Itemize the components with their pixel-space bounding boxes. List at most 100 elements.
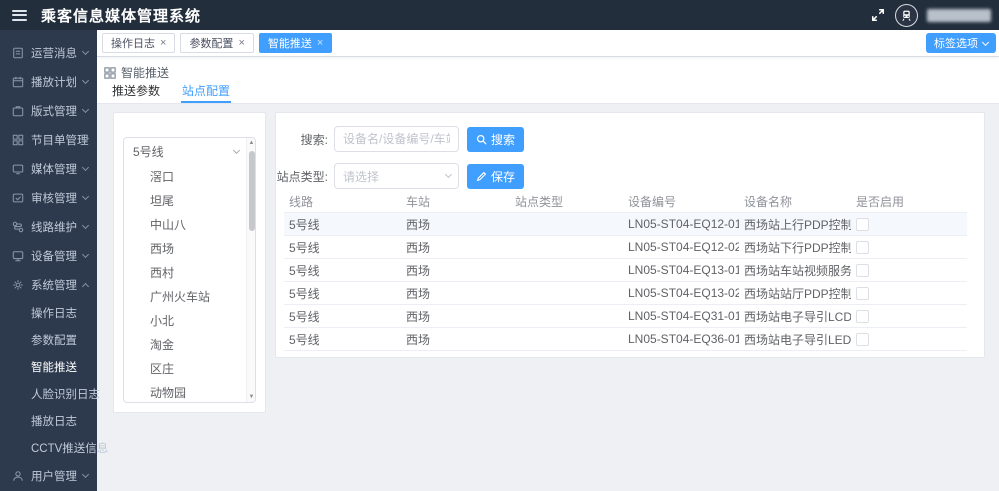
sidebar-menu: 运营消息播放计划版式管理节目单管理媒体管理审核管理线路维护设备管理 系统管理 操作日…: [0, 30, 108, 491]
chevron-down-icon: [981, 38, 990, 46]
chevron-down-icon: [81, 470, 90, 479]
panel-tab[interactable]: 站点配置: [171, 81, 241, 103]
enable-checkbox[interactable]: [856, 332, 869, 346]
sidebar-item[interactable]: 媒体管理: [0, 154, 97, 183]
tree-station-item[interactable]: 坦尾: [124, 188, 246, 212]
table-cell: 西场站站厅PDP控制器: [744, 286, 851, 301]
sidebar-item[interactable]: 审核管理: [0, 183, 97, 212]
tree-station-item[interactable]: 滘口: [124, 164, 246, 188]
tree-station-item[interactable]: 广州火车站: [124, 284, 246, 308]
sidebar-item-label: 节目单管理: [31, 134, 89, 147]
table-cell: 5号线: [289, 240, 320, 255]
enable-checkbox[interactable]: [856, 240, 869, 254]
tree-station-item[interactable]: 中山八: [124, 212, 246, 236]
panel-title: 智能推送: [121, 66, 170, 80]
sidebar-item-label: 线路维护: [31, 221, 77, 234]
table-cell: 5号线: [289, 309, 320, 324]
table-cell: 西场站下行PDP控制器: [744, 240, 851, 255]
close-icon[interactable]: ×: [238, 37, 244, 49]
table-row: 5号线 西场 LN05-ST04-EQ13-01 西场站车站视频服务器: [284, 259, 967, 282]
sidebar-item[interactable]: 用户管理: [0, 461, 97, 490]
hamburger-menu-icon[interactable]: [12, 9, 27, 21]
scrollbar-thumb[interactable]: [248, 151, 255, 231]
sidebar-item-label: 版式管理: [31, 105, 77, 118]
table-row: 5号线 西场 LN05-ST04-EQ12-02 西场站下行PDP控制器: [284, 236, 967, 259]
tree-scrollbar[interactable]: ▲ ▼: [246, 138, 255, 402]
device-table: 线路 车站 站点类型 设备编号 设备名称 是否启用 5号线 西场 LN05-ST04-EQ12…: [284, 191, 967, 351]
tag-options-button[interactable]: 标签选项: [926, 33, 996, 53]
sidebar-item[interactable]: 设备管理: [0, 241, 97, 270]
user-avatar-train-icon[interactable]: [895, 3, 918, 27]
sidebar-item[interactable]: 运营消息: [0, 38, 97, 67]
table-cell: 西场站上行PDP控制器: [744, 217, 851, 232]
enable-checkbox[interactable]: [856, 286, 869, 300]
chevron-up-icon: [81, 282, 90, 290]
chevron-down-icon: [81, 221, 90, 230]
close-icon[interactable]: ×: [160, 37, 166, 49]
tree-station-item[interactable]: 动物园: [124, 380, 246, 402]
search-label: 搜索:: [300, 132, 328, 147]
scroll-up-icon[interactable]: ▲: [247, 140, 255, 146]
sidebar-submenu-item[interactable]: 播放日志: [0, 407, 97, 434]
close-icon[interactable]: ×: [317, 37, 323, 49]
table-header-cell: 设备名称: [744, 195, 793, 209]
enable-checkbox[interactable]: [856, 217, 869, 231]
tree-station-item[interactable]: 西村: [124, 260, 246, 284]
chevron-down-icon: [81, 192, 90, 201]
panel-header: 智能推送 推送参数 站点配置: [97, 57, 999, 104]
save-button[interactable]: 保存: [467, 163, 525, 189]
search-input[interactable]: [334, 126, 459, 152]
sidebar-item[interactable]: 节目单管理: [0, 125, 97, 154]
user-name[interactable]: [927, 8, 991, 22]
fullscreen-icon[interactable]: [870, 7, 886, 23]
table-cell: LN05-ST04-EQ31-01: [628, 309, 739, 323]
panel-tabs: 推送参数 站点配置: [101, 81, 241, 103]
sidebar-submenu-item[interactable]: 操作日志: [0, 299, 97, 326]
edit-icon: [476, 171, 487, 181]
tag-tab[interactable]: 智能推送 ×: [258, 33, 333, 53]
search-button[interactable]: 搜索: [467, 126, 525, 152]
panel-tab[interactable]: 推送参数: [101, 81, 171, 103]
sidebar-item-label: 媒体管理: [31, 163, 77, 176]
tree-root-line[interactable]: 5号线: [124, 138, 246, 164]
tree-station-item[interactable]: 西场: [124, 236, 246, 260]
table-header-cell: 是否启用: [856, 195, 905, 209]
table-cell: [851, 263, 967, 277]
sidebar-submenu-item[interactable]: 智能推送: [0, 353, 97, 380]
sidebar-submenu-item[interactable]: 参数配置: [0, 326, 97, 353]
tree-station-item[interactable]: 小北: [124, 308, 246, 332]
table-cell: 5号线: [289, 286, 320, 301]
user-icon: [12, 469, 25, 482]
table-cell: 西场: [406, 332, 431, 347]
table-cell: 西场: [406, 286, 431, 301]
enable-checkbox[interactable]: [856, 309, 869, 323]
table-cell: 西场站电子导引LED门楣: [744, 332, 851, 347]
station-type-placeholder[interactable]: 请选择: [334, 163, 459, 189]
sidebar-item[interactable]: 线路维护: [0, 212, 97, 241]
station-config-card: 搜索: 搜索 站点类型: 请选择 保存 线路车站站点: [275, 112, 985, 358]
station-type-select[interactable]: 请选择: [334, 163, 459, 189]
sidebar-item-label: 播放计划: [31, 76, 77, 89]
sidebar-item[interactable]: 版式管理: [0, 96, 97, 125]
tag-tab[interactable]: 参数配置 ×: [180, 33, 254, 53]
calendar-icon: [12, 75, 25, 88]
audit-icon: [12, 191, 25, 204]
scroll-down-icon[interactable]: ▼: [247, 394, 255, 400]
sidebar-submenu-item[interactable]: 人脸识别日志: [0, 380, 100, 407]
device-icon: [12, 249, 25, 262]
sidebar-submenu-item[interactable]: CCTV推送信息: [0, 434, 108, 461]
tree-station-item[interactable]: 区庄: [124, 356, 246, 380]
enable-checkbox[interactable]: [856, 263, 869, 277]
sidebar-item-label: 审核管理: [31, 192, 77, 205]
sidebar-item[interactable]: 系统管理: [0, 270, 97, 299]
table-cell: LN05-ST04-EQ12-02: [628, 240, 739, 254]
table-row: 5号线 西场 LN05-ST04-EQ13-02 西场站站厅PDP控制器: [284, 282, 967, 305]
sidebar-item-label: 运营消息: [31, 47, 77, 60]
chevron-down-icon: [81, 47, 90, 56]
table-row: 5号线 西场 LN05-ST04-EQ12-01 西场站上行PDP控制器: [284, 213, 967, 236]
tree-station-item[interactable]: 淘金: [124, 332, 246, 356]
sidebar-item[interactable]: 播放计划: [0, 67, 97, 96]
tag-tab[interactable]: 操作日志 ×: [102, 33, 176, 53]
table-cell: 西场: [406, 263, 431, 278]
chevron-down-icon: [81, 76, 90, 85]
